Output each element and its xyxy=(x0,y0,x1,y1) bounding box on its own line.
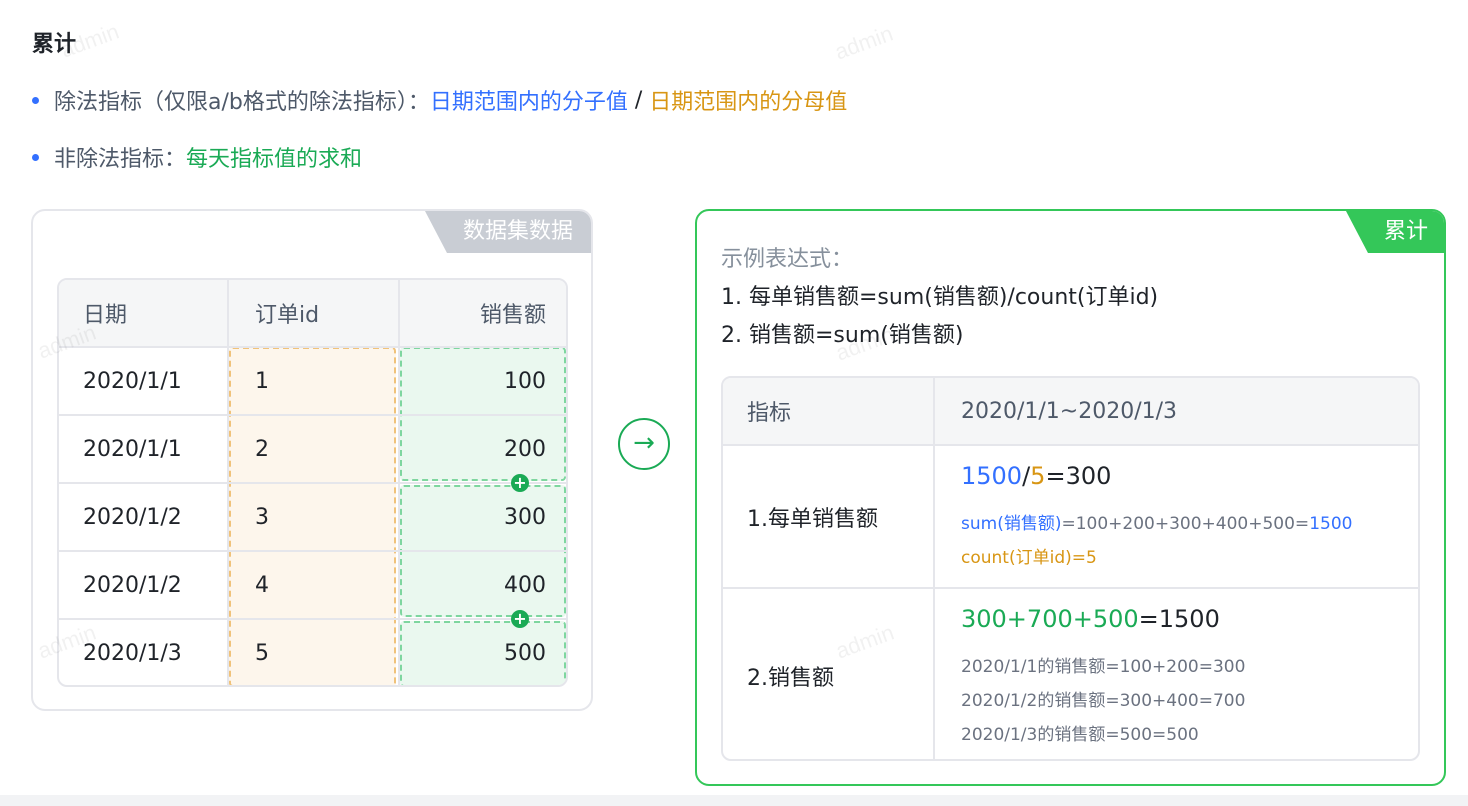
cell-date: 2020/1/2 xyxy=(83,504,182,530)
cell-date: 2020/1/1 xyxy=(83,436,182,462)
dataset-table: 日期 订单id 销售额 2020/1/1 1 100 2020/1/1 2 20… xyxy=(57,278,568,687)
result-value: =300 xyxy=(1045,462,1112,490)
cell-order-id: 1 xyxy=(227,348,398,414)
result-sum: 300+700+500 xyxy=(961,605,1139,633)
denominator-detail: count(订单id)=5 xyxy=(961,543,1097,568)
header-order-id: 订单id xyxy=(227,280,398,346)
result-value: =1500 xyxy=(1138,605,1220,633)
result-denominator: 5 xyxy=(1030,462,1046,490)
cell-date: 2020/1/1 xyxy=(83,368,182,394)
cell-order-id: 3 xyxy=(227,484,398,550)
detail-sum-expr: =100+200+300+400+500= xyxy=(1061,514,1310,534)
header-date-range: 2020/1/1~2020/1/3 xyxy=(933,378,1418,444)
metric-row-sales: 2.销售额 300+700+500=1500 2020/1/1的销售额=100+… xyxy=(723,587,1418,759)
dataset-tag: 数据集数据 xyxy=(424,211,591,253)
table-row: 2020/1/3 5 500 xyxy=(59,618,566,685)
daily-detail: 2020/1/3的销售额=500=500 xyxy=(961,725,1199,745)
cumulative-card: 累计 示例表达式： 1. 每单销售额=sum(销售额)/count(订单id) … xyxy=(695,209,1446,786)
cell-sales: 100 xyxy=(398,348,566,414)
expression-label: 示例表达式： xyxy=(721,247,854,272)
result-formula: 1500/5=300 xyxy=(961,462,1111,490)
metric-name: 2.销售额 xyxy=(747,666,834,691)
plus-icon: + xyxy=(511,610,529,628)
bullet-non-divide-metric: 非除法指标： 每天指标值的求和 xyxy=(32,141,362,173)
non-divide-label: 非除法指标： xyxy=(54,147,187,172)
divide-denominator: 日期范围内的分母值 xyxy=(649,90,848,115)
metric-result: 300+700+500=1500 2020/1/1的销售额=100+200=30… xyxy=(933,589,1418,759)
detail-sum-total: 1500 xyxy=(1309,514,1353,534)
cell-sales: 200 xyxy=(398,416,566,482)
cell-order-id: 5 xyxy=(227,620,398,685)
metric-name: 1.每单销售额 xyxy=(747,506,878,532)
non-divide-value: 每天指标值的求和 xyxy=(186,147,363,172)
plus-icon: + xyxy=(511,474,529,492)
result-slash: / xyxy=(1022,462,1031,490)
table-row: 2020/1/1 2 200 xyxy=(59,414,566,482)
page-bottom-divider xyxy=(0,795,1468,806)
detail-count: count(订单id)= xyxy=(961,548,1086,568)
bullet-divide-metric: 除法指标（仅限a/b格式的除法指标）： 日期范围内的分子值 / 日期范围内的分母… xyxy=(32,84,847,116)
divide-slash: / xyxy=(627,87,650,113)
metric-table-header: 指标 2020/1/1~2020/1/3 xyxy=(723,378,1418,444)
metric-row-avg-sales: 1.每单销售额 1500/5=300 sum(销售额)=100+200+300+… xyxy=(723,444,1418,587)
divide-label: 除法指标（仅限a/b格式的除法指标）： xyxy=(54,90,430,115)
cell-sales: 500 xyxy=(398,620,566,685)
bullet-dot xyxy=(32,96,39,104)
metric-table: 指标 2020/1/1~2020/1/3 1.每单销售额 1500/5=300 … xyxy=(721,376,1420,761)
detail-count-total: 5 xyxy=(1086,548,1097,568)
dataset-card: 数据集数据 日期 订单id 销售额 2020/1/1 1 100 2020/1/… xyxy=(31,209,593,711)
cell-date: 2020/1/2 xyxy=(83,572,182,598)
table-row: 2020/1/2 4 400 xyxy=(59,550,566,618)
cumulative-tag: 累计 xyxy=(1345,211,1444,253)
cell-sales: 300 xyxy=(398,484,566,550)
detail-sum: sum(销售额) xyxy=(961,514,1062,534)
table-header-row: 日期 订单id 销售额 xyxy=(59,280,566,346)
header-sales: 销售额 xyxy=(398,280,566,346)
watermark: admin xyxy=(831,20,897,65)
header-metric: 指标 xyxy=(747,401,792,426)
divide-numerator: 日期范围内的分子值 xyxy=(429,90,628,115)
cell-order-id: 2 xyxy=(227,416,398,482)
daily-detail: 2020/1/1的销售额=100+200=300 xyxy=(961,657,1246,677)
expression-line: 1. 每单销售额=sum(销售额)/count(订单id) xyxy=(721,285,1159,310)
cell-order-id: 4 xyxy=(227,552,398,618)
bullet-dot xyxy=(32,153,39,161)
result-formula: 300+700+500=1500 xyxy=(961,605,1220,633)
metric-result: 1500/5=300 sum(销售额)=100+200+300+400+500=… xyxy=(933,446,1418,587)
result-numerator: 1500 xyxy=(961,462,1023,490)
table-row: 2020/1/2 3 300 xyxy=(59,482,566,550)
numerator-detail: sum(销售额)=100+200+300+400+500=1500 xyxy=(961,509,1352,534)
table-row: 2020/1/1 1 100 xyxy=(59,346,566,414)
daily-detail: 2020/1/2的销售额=300+400=700 xyxy=(961,691,1246,711)
cell-sales: 400 xyxy=(398,552,566,618)
arrow-right-icon: → xyxy=(618,418,670,470)
